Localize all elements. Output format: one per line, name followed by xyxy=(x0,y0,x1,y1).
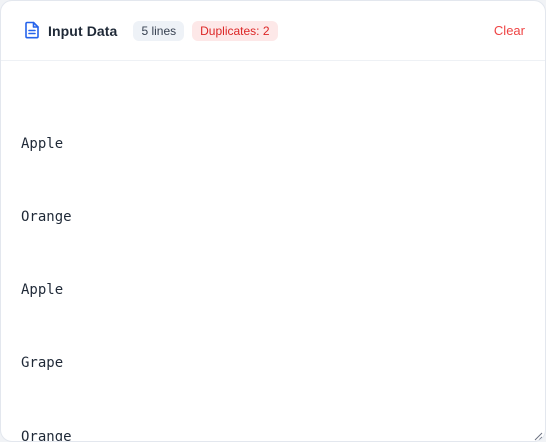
input-data-card: Input Data 5 lines Duplicates: 2 Clear A… xyxy=(0,0,546,442)
card-header: Input Data 5 lines Duplicates: 2 Clear xyxy=(1,1,545,61)
input-textarea[interactable]: Apple Orange Apple Grape Orange xyxy=(1,61,545,441)
line-count-badge: 5 lines xyxy=(133,20,185,41)
text-line: Orange xyxy=(21,209,72,226)
textarea-content[interactable]: Apple Orange Apple Grape Orange xyxy=(21,83,525,441)
text-line: Grape xyxy=(21,355,64,372)
text-line: Apple xyxy=(21,135,64,152)
card-title: Input Data xyxy=(48,22,118,39)
duplicates-badge: Duplicates: 2 xyxy=(192,20,278,41)
text-line: Orange xyxy=(21,428,72,442)
resize-handle-icon[interactable] xyxy=(533,428,543,441)
clear-button[interactable]: Clear xyxy=(494,23,525,38)
text-line: Apple xyxy=(21,282,64,299)
file-text-icon xyxy=(23,21,41,39)
